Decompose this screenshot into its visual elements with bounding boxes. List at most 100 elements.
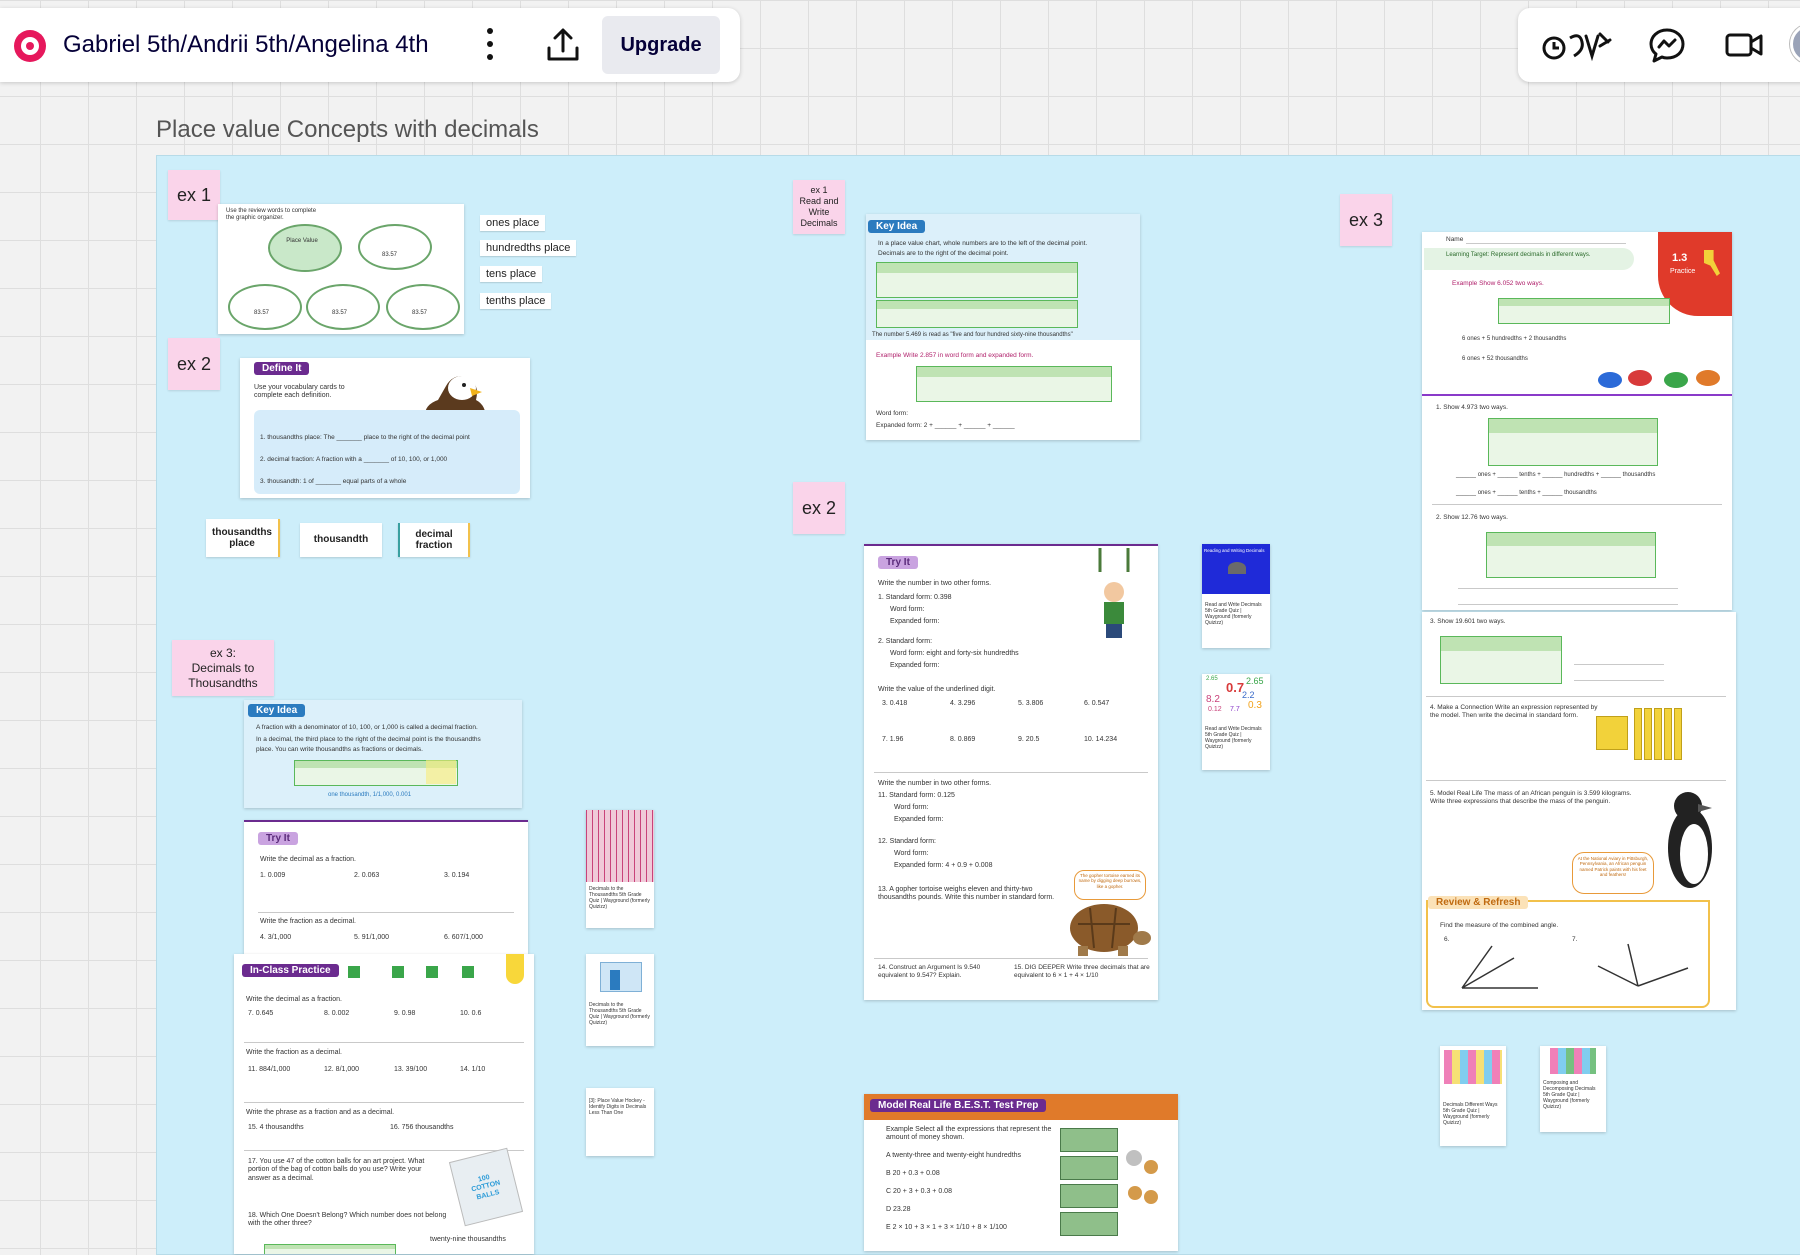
- frame-title[interactable]: Place value Concepts with decimals: [156, 116, 539, 144]
- digit-item: 8. 0.869: [950, 736, 976, 743]
- sticky-ex2-left[interactable]: ex 2: [168, 338, 220, 390]
- in-class-practice-image[interactable]: In-Class Practice Write the decimal as a…: [234, 954, 534, 1254]
- key-idea-line: In a decimal, the third place to the rig…: [256, 736, 481, 743]
- quiz-caption: Read and Write Decimals 5th Grade Quiz |…: [1205, 726, 1262, 750]
- place-value-table: [1488, 418, 1658, 466]
- decimal-cloud-value: 0.3: [1248, 700, 1262, 711]
- define-it-header: Define It: [254, 362, 310, 375]
- practice-sheet-image[interactable]: Name 1.3 Practice Learning Target: Repre…: [1422, 232, 1732, 610]
- practice-q3: 3. Show 19.601 two ways.: [1430, 618, 1506, 625]
- organizer-value: 83.57: [332, 310, 348, 316]
- try-it-q1: 1. Standard form: 0.398: [878, 594, 952, 601]
- organizer-oval: [228, 284, 302, 330]
- practice-item: 8. 0.002: [324, 1010, 350, 1017]
- practice-item: 13. 39/100: [394, 1066, 428, 1073]
- example-answer-line: 6 ones + 52 thousandths: [1462, 356, 1528, 362]
- decimal-cloud-value: 2.65: [1206, 676, 1218, 682]
- practice-sheet-page2-image[interactable]: 3. Show 19.601 two ways. 4. Make a Conne…: [1422, 612, 1736, 1010]
- angle-item: 6.: [1444, 936, 1450, 943]
- word-card[interactable]: thousandths place: [206, 519, 280, 557]
- review-refresh-header: Review & Refresh: [1428, 896, 1529, 909]
- quiz-card[interactable]: Decimals to the Thousandths 5th Grade Qu…: [586, 954, 654, 1046]
- practice-item: 15. 4 thousandths: [248, 1124, 304, 1131]
- practice-q1-line: ______ ones + ______ tenths + ______ tho…: [1456, 490, 1597, 496]
- angle-diagram: [1597, 943, 1689, 987]
- key-idea-line: place. You can write thousandths as frac…: [256, 746, 423, 753]
- coin-image: [1144, 1160, 1158, 1174]
- vocab-tag[interactable]: ones place: [480, 215, 546, 231]
- pencil-icon: [506, 954, 524, 984]
- try-it-left-image[interactable]: Try It Write the decimal as a fraction. …: [244, 820, 528, 954]
- try-it-q11: 11. Standard form: 0.125: [878, 792, 955, 799]
- more-options-icon[interactable]: [478, 24, 502, 64]
- learning-target: Learning Target: Represent decimals in d…: [1446, 252, 1591, 258]
- try-it-prompt: Write the number in two other forms.: [878, 580, 992, 587]
- word-form-label: Word form:: [890, 606, 925, 613]
- practice-q4: 4. Make a Connection Write an expression…: [1430, 704, 1598, 719]
- quiz-card[interactable]: Decimals to the Thousandths 5th Grade Qu…: [586, 810, 654, 928]
- share-upload-icon[interactable]: [544, 26, 582, 64]
- define-it-image[interactable]: Define It Use your vocabulary cards to c…: [240, 358, 530, 498]
- quiz-card[interactable]: Reading and Writing Decimals Read and Wr…: [1202, 544, 1270, 648]
- board-title[interactable]: Gabriel 5th/Andrii 5th/Angelina 4th: [63, 31, 429, 59]
- sticky-ex1-mid[interactable]: ex 1 Read and Write Decimals: [793, 180, 845, 234]
- place-value-table: [1486, 532, 1656, 578]
- cotton-bag-label: 100 COTTON BALLS: [470, 1173, 502, 1202]
- graphic-organizer-image[interactable]: Use the review words to complete the gra…: [218, 204, 464, 334]
- upgrade-button[interactable]: Upgrade: [602, 16, 720, 74]
- practice-q2: 2. Show 12.76 two ways.: [1436, 514, 1508, 521]
- quiz-title: Reading and Writing Decimals: [1204, 548, 1265, 553]
- try-it-mid-image[interactable]: Try It Write the number in two other for…: [864, 544, 1158, 1000]
- quiz-card[interactable]: Composing and Decomposing Decimals 5th G…: [1540, 1046, 1606, 1132]
- quiz-card[interactable]: [3]: Place Value Hockey - Identify Digit…: [586, 1088, 654, 1156]
- organizer-center-oval: [268, 224, 342, 272]
- decimal-cloud-value: 0.12: [1208, 706, 1222, 713]
- word-card[interactable]: decimal fraction: [398, 523, 470, 557]
- vocab-tag[interactable]: hundredths place: [480, 240, 577, 256]
- quiz-card[interactable]: Decimals Different Ways 5th Grade Quiz |…: [1440, 1046, 1506, 1146]
- key-idea-header: Key Idea: [868, 220, 926, 233]
- key-idea-left-image[interactable]: Key Idea A fraction with a denominator o…: [244, 700, 522, 808]
- board-logo-icon[interactable]: [14, 30, 46, 62]
- video-call-icon[interactable]: [1724, 26, 1764, 64]
- model-real-life-header: Model Real Life B.E.S.T. Test Prep: [870, 1099, 1047, 1112]
- word-form-label: Word form:: [876, 410, 909, 417]
- organizer-oval: [358, 224, 432, 270]
- model-real-life-example: Example Select all the expressions that …: [886, 1126, 1052, 1142]
- practice-question-18: 18. Which One Doesn't Belong? Which numb…: [248, 1212, 447, 1228]
- comments-icon[interactable]: [1648, 26, 1686, 64]
- practice-question-17: 17. You use 47 of the cotton balls for a…: [248, 1158, 425, 1182]
- answer-option: C 20 + 3 + 0.3 + 0.08: [886, 1188, 952, 1195]
- hundredths-grid-image: [586, 810, 654, 882]
- model-real-life-image[interactable]: Model Real Life B.E.S.T. Test Prep Examp…: [864, 1094, 1178, 1251]
- word-form-label: Word form:: [894, 804, 929, 811]
- answer-option: A twenty-three and twenty-eight hundredt…: [886, 1152, 1022, 1159]
- try-it-q2: 2. Standard form:: [878, 638, 933, 645]
- digit-item: 7. 1.96: [882, 736, 904, 743]
- coin-image: [1144, 1190, 1158, 1204]
- quiz-card[interactable]: 2.65 0.7 2.65 8.2 2.2 0.3 0.12 7.7 Read …: [1202, 674, 1270, 770]
- vocab-tag[interactable]: tenths place: [480, 293, 552, 309]
- sticky-ex3-right[interactable]: ex 3: [1340, 194, 1392, 246]
- digit-item: 10. 14.234: [1084, 736, 1118, 743]
- place-value-table: [916, 366, 1112, 402]
- organizer-value: 83.57: [382, 252, 398, 258]
- practice-q18-option: twenty-nine thousandths: [430, 1236, 506, 1243]
- answer-option: E 2 × 10 + 3 × 1 + 3 × 1/10 + 8 × 1/100: [886, 1224, 1007, 1231]
- practice-example: Example Show 6.052 two ways.: [1452, 280, 1544, 287]
- sticky-ex2-mid[interactable]: ex 2: [793, 482, 845, 534]
- base-ten-block-image: [1596, 716, 1628, 750]
- child-on-rings-image: [1098, 548, 1130, 638]
- practice-prompt: Write the decimal as a fraction.: [246, 996, 342, 1003]
- word-card[interactable]: thousandth: [300, 523, 382, 557]
- sticky-ex1-left[interactable]: ex 1: [168, 170, 220, 220]
- reactions-icon[interactable]: [1542, 26, 1612, 64]
- decimal-cloud-value: 2.65: [1246, 676, 1264, 686]
- sticky-ex3-left[interactable]: ex 3: Decimals to Thousandths: [172, 640, 274, 696]
- try-it-item: 2. 0.063: [354, 872, 380, 879]
- digit-item: 9. 20.5: [1018, 736, 1040, 743]
- key-idea-mid-image[interactable]: Key Idea In a place value chart, whole n…: [866, 214, 1140, 440]
- vocab-tag[interactable]: tens place: [480, 266, 543, 282]
- decimal-cloud-value: 7.7: [1230, 706, 1240, 713]
- practice-prompt: Write the fraction as a decimal.: [246, 1049, 342, 1056]
